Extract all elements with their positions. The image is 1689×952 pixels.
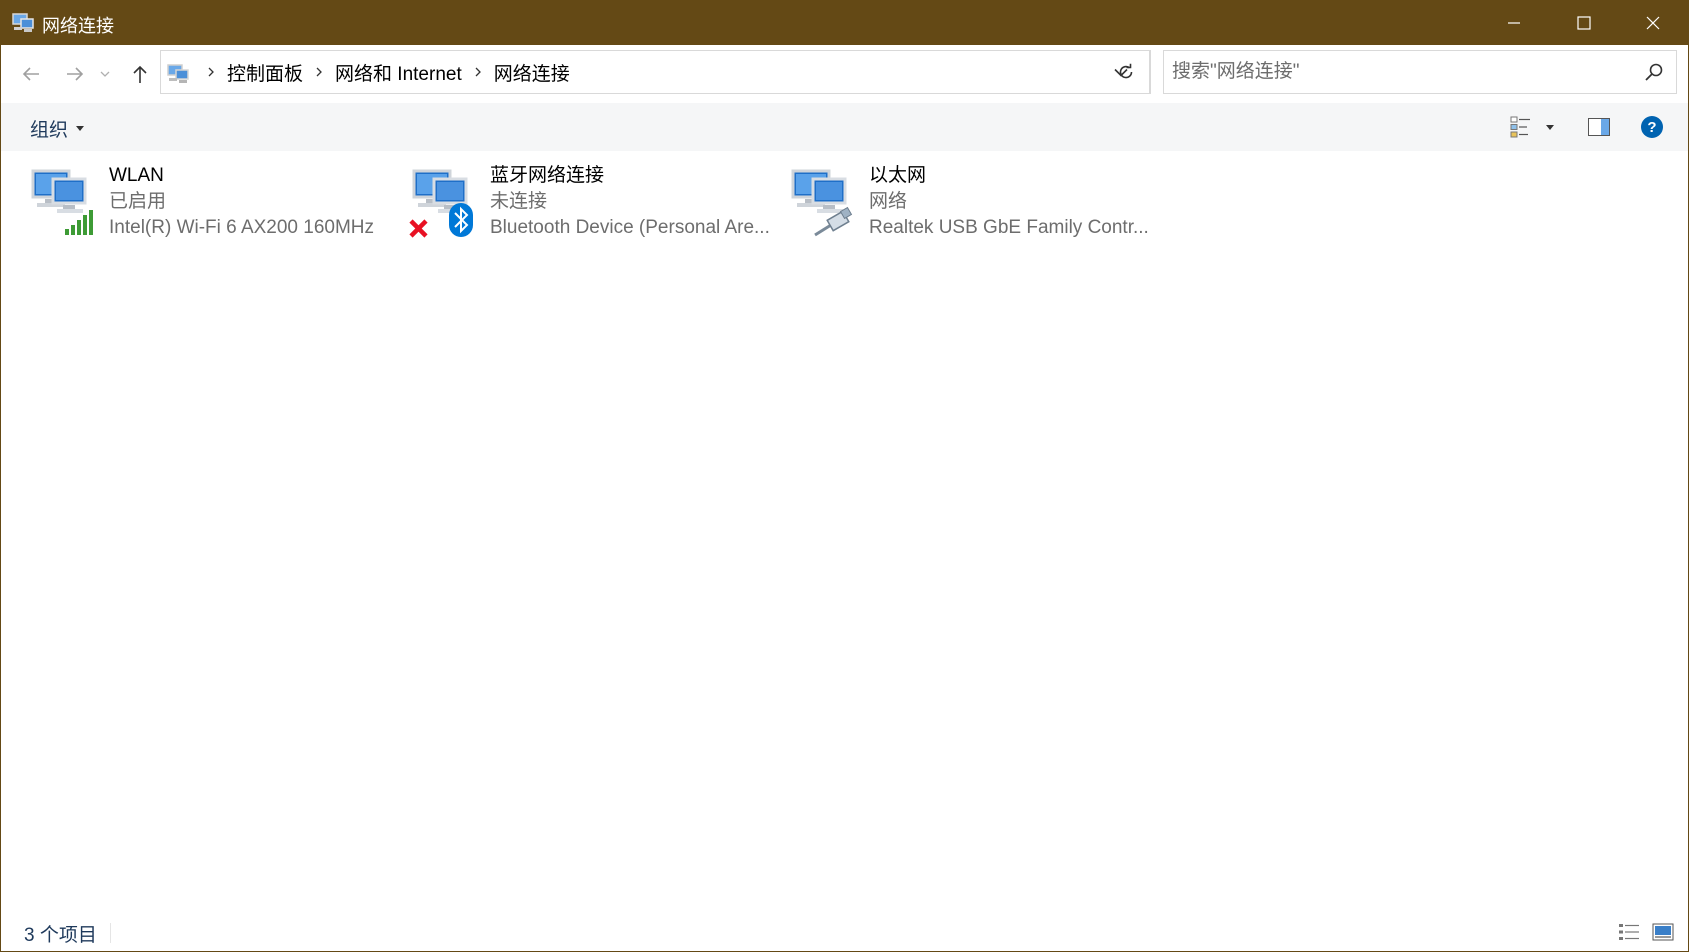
- help-button[interactable]: ?: [1638, 113, 1666, 141]
- caret-down-icon: [1546, 124, 1554, 130]
- file-list[interactable]: WLAN 已启用 Intel(R) Wi-Fi 6 AX200 160MHz 蓝…: [1, 151, 1688, 911]
- breadcrumb: 控制面板 网络和 Internet 网络连接: [195, 51, 570, 93]
- breadcrumb-separator-icon[interactable]: [207, 66, 215, 78]
- close-icon: [1646, 16, 1660, 30]
- item-status: 已启用: [109, 191, 167, 212]
- title-bar[interactable]: 网络连接: [1, 1, 1688, 45]
- large-icons-view-icon[interactable]: [1652, 922, 1674, 942]
- item-text: WLAN 已启用 Intel(R) Wi-Fi 6 AX200 160MHz: [109, 163, 399, 241]
- navigation-bar: 控制面板 网络和 Internet 网络连接: [1, 45, 1688, 103]
- item-device: Realtek USB GbE Family Contr...: [869, 217, 1149, 238]
- organize-label: 组织: [30, 120, 69, 141]
- search-box[interactable]: [1163, 50, 1677, 94]
- list-item-bluetooth[interactable]: 蓝牙网络连接 未连接 Bluetooth Device (Personal Ar…: [408, 163, 778, 243]
- item-device: Bluetooth Device (Personal Are...: [490, 217, 770, 238]
- ethernet-network-icon: [787, 165, 861, 239]
- bluetooth-network-icon: [408, 165, 482, 239]
- chevron-down-icon: [100, 71, 110, 77]
- list-item-ethernet[interactable]: 以太网 网络 Realtek USB GbE Family Contr...: [787, 163, 1157, 243]
- close-button[interactable]: [1618, 1, 1688, 45]
- address-bar[interactable]: 控制面板 网络和 Internet 网络连接: [160, 50, 1150, 94]
- window-title: 网络连接: [42, 16, 114, 36]
- item-name: 蓝牙网络连接: [490, 165, 605, 186]
- up-button[interactable]: [125, 59, 155, 89]
- explorer-window: 网络连接 控制面板 网络和 Internet 网络连接 搜索"网络连接" 组织 …: [0, 0, 1689, 952]
- preview-pane-icon: [1588, 118, 1610, 136]
- recent-locations-button[interactable]: [95, 59, 115, 89]
- breadcrumb-network-connections[interactable]: 网络连接: [494, 59, 570, 86]
- network-connections-icon: [12, 11, 36, 33]
- command-bar: 组织 ?: [1, 103, 1688, 152]
- control-panel-icon: [167, 62, 191, 84]
- item-text: 以太网 网络 Realtek USB GbE Family Contr...: [869, 163, 1159, 241]
- breadcrumb-control-panel[interactable]: 控制面板: [227, 59, 303, 86]
- help-icon: ?: [1641, 116, 1663, 138]
- arrow-right-icon: [67, 67, 84, 81]
- organize-menu-button[interactable]: 组织: [30, 115, 85, 142]
- refresh-icon: [1119, 63, 1132, 79]
- search-input[interactable]: [1172, 51, 1632, 93]
- arrow-up-icon: [133, 65, 147, 83]
- breadcrumb-separator-icon[interactable]: [315, 66, 323, 78]
- search-icon[interactable]: [1642, 61, 1666, 85]
- back-button[interactable]: [16, 59, 46, 89]
- wifi-network-icon: [27, 165, 101, 239]
- item-status: 网络: [869, 191, 908, 212]
- item-name: WLAN: [109, 165, 164, 186]
- view-options-icon: [1510, 116, 1530, 138]
- details-view-icon[interactable]: [1618, 922, 1640, 942]
- breadcrumb-network-internet[interactable]: 网络和 Internet: [335, 59, 462, 86]
- forward-button[interactable]: [60, 59, 90, 89]
- svg-text:?: ?: [1647, 119, 1656, 136]
- bluetooth-icon: [449, 203, 473, 237]
- disconnected-x-icon: [409, 219, 428, 238]
- item-name: 以太网: [869, 165, 927, 186]
- arrow-left-icon: [22, 67, 39, 81]
- change-view-button[interactable]: [1509, 113, 1533, 141]
- maximize-button[interactable]: [1549, 1, 1619, 45]
- item-count: 3 个项目: [24, 925, 97, 946]
- item-status: 未连接: [490, 191, 548, 212]
- minimize-icon: [1508, 22, 1520, 24]
- item-device: Intel(R) Wi-Fi 6 AX200 160MHz: [109, 217, 375, 238]
- refresh-button[interactable]: [1101, 50, 1151, 94]
- item-text: 蓝牙网络连接 未连接 Bluetooth Device (Personal Ar…: [490, 163, 780, 241]
- maximize-icon: [1577, 16, 1591, 30]
- breadcrumb-separator-icon[interactable]: [474, 66, 482, 78]
- status-bar: 3 个项目: [1, 911, 1688, 951]
- preview-pane-button[interactable]: [1586, 113, 1612, 141]
- caret-down-icon: [76, 126, 85, 131]
- minimize-button[interactable]: [1479, 1, 1549, 45]
- view-options-dropdown[interactable]: [1541, 113, 1559, 141]
- list-item-wlan[interactable]: WLAN 已启用 Intel(R) Wi-Fi 6 AX200 160MHz: [27, 163, 397, 243]
- status-divider: [110, 923, 111, 943]
